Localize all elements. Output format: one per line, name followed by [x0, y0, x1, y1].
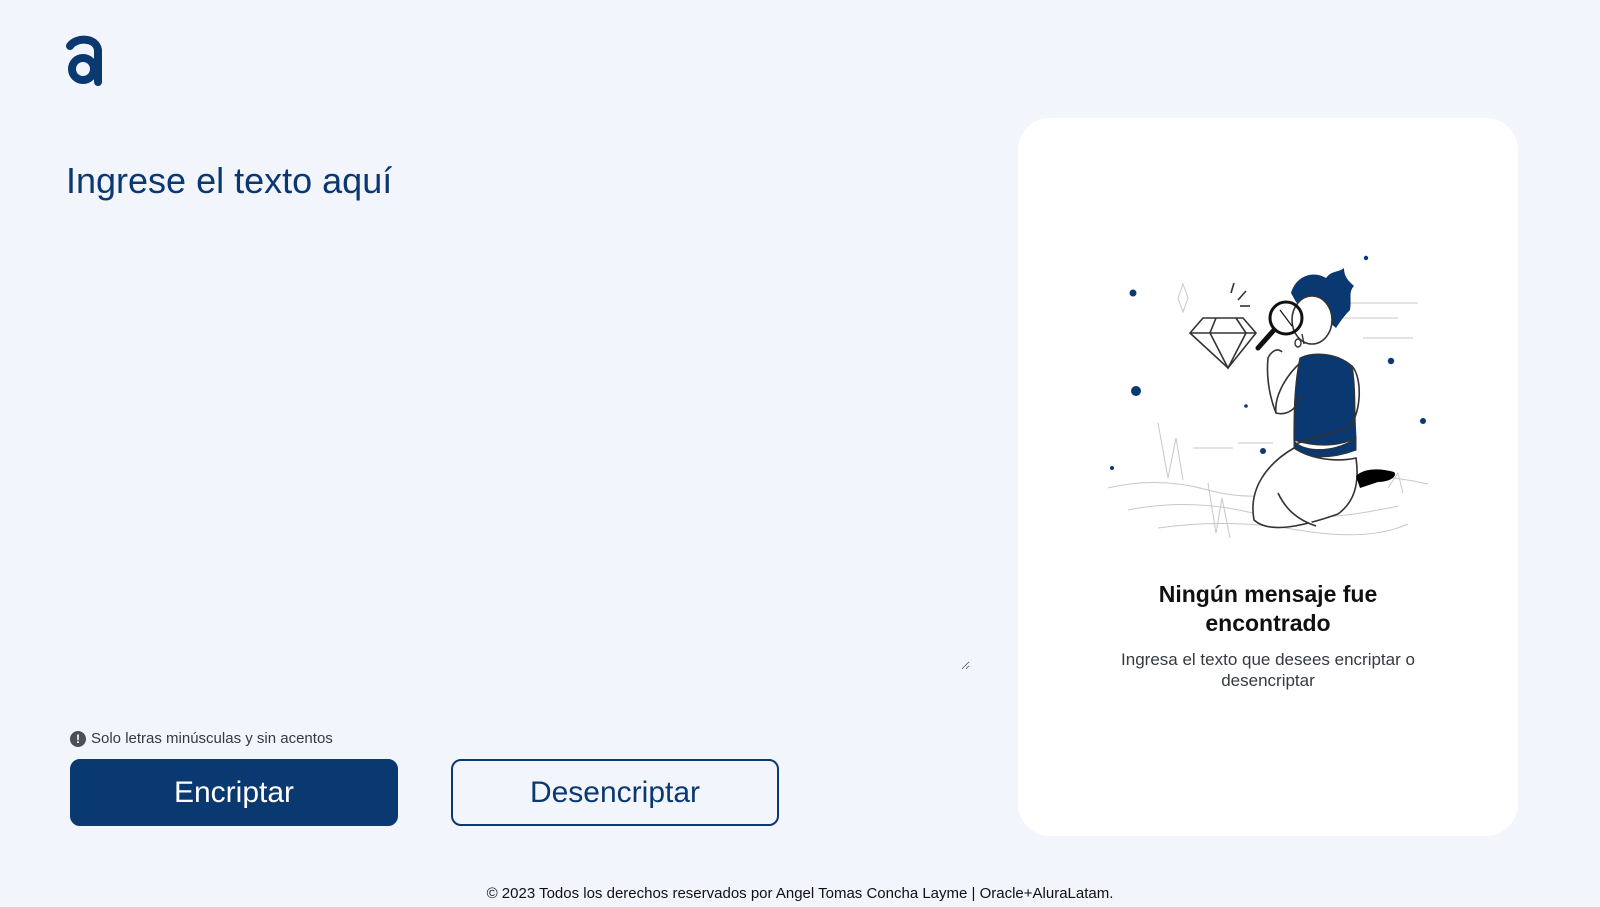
input-hint: ! Solo letras minúsculas y sin acentos	[70, 730, 333, 747]
empty-message-subtitle: Ingresa el texto que desees encriptar o …	[1121, 650, 1415, 690]
alura-logo-icon	[66, 35, 102, 86]
empty-message-title: Ningún mensaje fue encontrado	[1158, 581, 1378, 636]
encrypt-button[interactable]: Encriptar	[70, 759, 398, 826]
diamond-icon	[1188, 282, 1258, 370]
footer-text: © 2023 Todos los derechos reservados por…	[486, 885, 1114, 902]
person-with-magnifier-illustration	[1107, 255, 1429, 539]
output-panel: Ningún mensaje fue encontrado Ingresa el…	[1018, 118, 1518, 836]
exclamation-circle-icon: !	[70, 730, 86, 747]
shirt	[1293, 353, 1357, 446]
text-input[interactable]	[66, 160, 970, 670]
input-hint-text: Solo letras minúsculas y sin acentos	[91, 730, 333, 747]
decrypt-button[interactable]: Desencriptar	[451, 759, 779, 826]
